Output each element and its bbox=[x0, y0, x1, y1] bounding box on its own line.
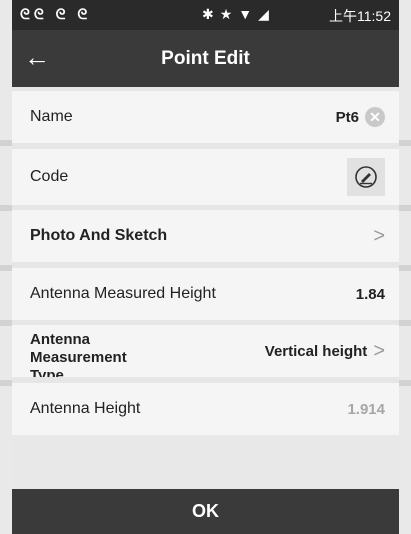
empty-space bbox=[12, 435, 399, 489]
photo-sketch-label: Photo And Sketch bbox=[30, 227, 168, 244]
antenna-measurement-type-row[interactable]: Antenna Measurement Type Vertical height… bbox=[12, 325, 399, 377]
status-icons-left: ᘓᘓ ᘓ ᘓ bbox=[20, 6, 92, 22]
right-edge bbox=[399, 0, 411, 534]
chevron-right-icon: > bbox=[373, 224, 385, 247]
left-edge bbox=[0, 0, 12, 534]
code-label: Code bbox=[30, 168, 69, 185]
name-row[interactable]: Name Pt6 ✕ bbox=[12, 91, 399, 143]
ok-button[interactable]: OK bbox=[12, 489, 399, 534]
antenna-height-row: Antenna Height 1.914 bbox=[12, 383, 399, 435]
edge-divider bbox=[0, 265, 12, 271]
edge-divider bbox=[399, 140, 411, 146]
code-row[interactable]: Code bbox=[12, 149, 399, 205]
edge-divider bbox=[0, 205, 12, 211]
antenna-measurement-type-label: Antenna Measurement Type bbox=[30, 331, 265, 377]
name-value[interactable]: Pt6 bbox=[336, 109, 359, 126]
edge-divider bbox=[0, 140, 12, 146]
antenna-height-value: 1.914 bbox=[347, 400, 385, 418]
label-line: Type bbox=[30, 367, 64, 377]
edge-divider bbox=[399, 265, 411, 271]
edge-divider bbox=[0, 320, 12, 326]
label-line: Measurement bbox=[30, 349, 127, 366]
code-edit-button[interactable] bbox=[347, 158, 385, 196]
status-icons-right: ✱★▼◢ bbox=[202, 6, 275, 22]
edge-divider bbox=[0, 380, 12, 386]
edge-divider bbox=[399, 320, 411, 326]
antenna-measurement-type-value[interactable]: Vertical height bbox=[265, 343, 368, 360]
app-header: ← Point Edit bbox=[12, 30, 399, 87]
status-bar: ᘓᘓ ᘓ ᘓ ✱★▼◢ 上午11:52 bbox=[12, 0, 399, 30]
page-title: Point Edit bbox=[161, 48, 250, 69]
phone-screen: ᘓᘓ ᘓ ᘓ ✱★▼◢ 上午11:52 ← Point Edit Name Pt… bbox=[12, 0, 399, 534]
antenna-measured-height-row[interactable]: Antenna Measured Height 1.84 bbox=[12, 268, 399, 320]
edge-divider bbox=[399, 205, 411, 211]
antenna-height-label: Antenna Height bbox=[30, 400, 141, 417]
pencil-icon bbox=[355, 166, 377, 188]
name-label: Name bbox=[30, 108, 73, 125]
antenna-measured-height-value[interactable]: 1.84 bbox=[356, 286, 385, 303]
antenna-measured-height-label: Antenna Measured Height bbox=[30, 285, 216, 302]
status-time: 上午11:52 bbox=[329, 8, 391, 24]
label-line: Antenna bbox=[30, 331, 90, 348]
photo-sketch-row[interactable]: Photo And Sketch > bbox=[12, 210, 399, 262]
chevron-right-icon: > bbox=[373, 339, 385, 362]
clear-icon[interactable]: ✕ bbox=[365, 107, 385, 127]
edge-divider bbox=[399, 380, 411, 386]
